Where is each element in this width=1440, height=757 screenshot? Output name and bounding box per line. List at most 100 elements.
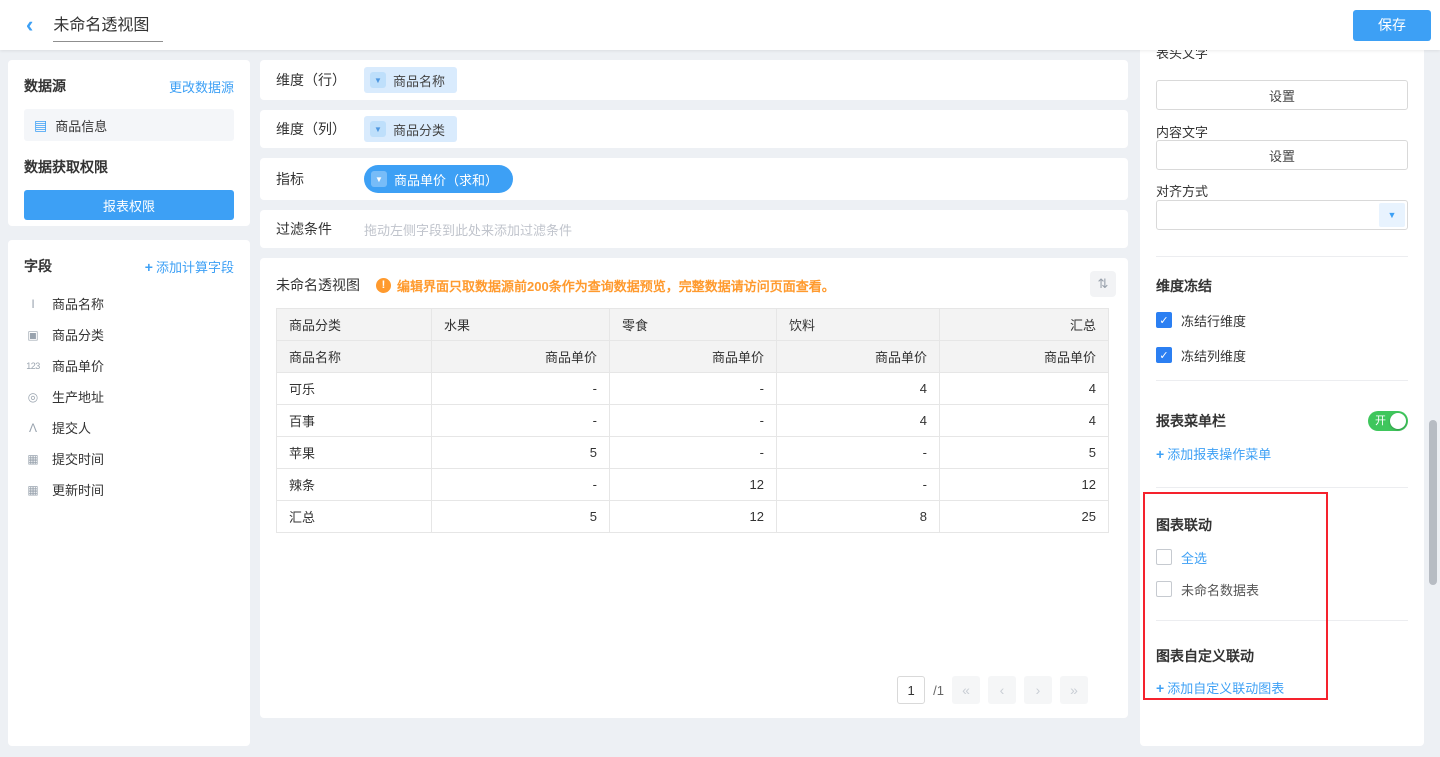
field-label: 商品分类 bbox=[52, 325, 104, 344]
dataset-checkbox[interactable] bbox=[1156, 581, 1172, 597]
cell: 4 bbox=[777, 373, 940, 405]
cell: 12 bbox=[610, 469, 777, 501]
chevron-down-icon: ▼ bbox=[370, 72, 386, 88]
add-calc-field-link[interactable]: +添加计算字段 bbox=[145, 257, 234, 276]
field-item-category[interactable]: ▣ 商品分类 bbox=[24, 319, 234, 350]
field-label: 生产地址 bbox=[52, 387, 104, 406]
data-permission-label: 数据获取权限 bbox=[24, 157, 234, 177]
header-cell: 商品单价 bbox=[940, 341, 1109, 373]
header-cell: 饮料 bbox=[777, 309, 940, 341]
first-page-button[interactable]: « bbox=[952, 676, 980, 704]
header-text-settings-button[interactable]: 设置 bbox=[1156, 80, 1408, 110]
filter-label: 过滤条件 bbox=[276, 219, 364, 239]
add-custom-linkage-link[interactable]: +添加自定义联动图表 bbox=[1156, 678, 1408, 697]
add-report-menu-link[interactable]: +添加报表操作菜单 bbox=[1156, 444, 1408, 463]
divider bbox=[1156, 380, 1408, 381]
header-cell: 商品单价 bbox=[610, 341, 777, 373]
cell: 4 bbox=[940, 405, 1109, 437]
prev-page-button[interactable]: ‹ bbox=[988, 676, 1016, 704]
fields-label: 字段 bbox=[24, 256, 52, 276]
freeze-row-label: 冻结行维度 bbox=[1181, 311, 1246, 330]
datasource-name: 商品信息 bbox=[55, 116, 107, 135]
divider bbox=[1156, 487, 1408, 488]
page-input[interactable]: 1 bbox=[897, 676, 925, 704]
field-item-submit-time[interactable]: ▦ 提交时间 bbox=[24, 443, 234, 474]
freeze-section-title: 维度冻结 bbox=[1156, 276, 1408, 296]
align-select[interactable]: ▼ bbox=[1156, 200, 1408, 230]
col-dimension-zone: 维度（列） ▼ 商品分类 bbox=[260, 110, 1128, 148]
align-label: 对齐方式 bbox=[1156, 181, 1408, 200]
freeze-col-checkbox[interactable]: ✓ bbox=[1156, 347, 1172, 363]
add-report-menu-label: 添加报表操作菜单 bbox=[1167, 447, 1271, 462]
field-item-address[interactable]: ◎ 生产地址 bbox=[24, 381, 234, 412]
field-list: I 商品名称 ▣ 商品分类 123 商品单价 ◎ 生产地址 Λ 提交人 ▦ 提交… bbox=[24, 288, 234, 505]
freeze-row-checkbox[interactable]: ✓ bbox=[1156, 312, 1172, 328]
select-all-checkbox[interactable] bbox=[1156, 549, 1172, 565]
datasource-item[interactable]: ▤ 商品信息 bbox=[24, 109, 234, 141]
header-cell: 商品单价 bbox=[777, 341, 940, 373]
toggle-knob bbox=[1390, 413, 1406, 429]
select-all-label: 全选 bbox=[1181, 548, 1207, 567]
change-datasource-link[interactable]: 更改数据源 bbox=[169, 77, 234, 96]
save-button[interactable]: 保存 bbox=[1353, 10, 1431, 41]
next-page-button[interactable]: › bbox=[1024, 676, 1052, 704]
report-permission-button[interactable]: 报表权限 bbox=[24, 190, 234, 220]
pivot-table: 商品分类 水果 零食 饮料 汇总 商品名称 商品单价 商品单价 商品单价 商品单… bbox=[276, 308, 1109, 533]
field-item-price[interactable]: 123 商品单价 bbox=[24, 350, 234, 381]
field-item-name[interactable]: I 商品名称 bbox=[24, 288, 234, 319]
cell: 12 bbox=[610, 501, 777, 533]
warning-icon: ! bbox=[376, 278, 391, 293]
chart-linkage-title: 图表联动 bbox=[1156, 515, 1408, 535]
header-cell: 水果 bbox=[432, 309, 610, 341]
field-item-update-time[interactable]: ▦ 更新时间 bbox=[24, 474, 234, 505]
field-item-submitter[interactable]: Λ 提交人 bbox=[24, 412, 234, 443]
custom-linkage-title: 图表自定义联动 bbox=[1156, 646, 1408, 666]
field-label: 提交人 bbox=[52, 418, 91, 437]
metric-zone: 指标 ▼ 商品单价（求和） bbox=[260, 158, 1128, 200]
scrollbar-thumb[interactable] bbox=[1429, 420, 1437, 585]
preview-panel: 未命名透视图 ! 编辑界面只取数据源前200条作为查询数据预览，完整数据请访问页… bbox=[260, 258, 1128, 718]
menubar-toggle[interactable]: 开 bbox=[1368, 411, 1408, 431]
settings-panel: 表头文字 设置 内容文字 设置 对齐方式 ▼ 维度冻结 ✓ 冻结行维度 ✓ 冻结… bbox=[1140, 50, 1424, 746]
sort-button[interactable]: ⇅ bbox=[1090, 271, 1116, 297]
cell: - bbox=[610, 437, 777, 469]
row-dimension-zone: 维度（行） ▼ 商品名称 bbox=[260, 60, 1128, 100]
metric-pill[interactable]: ▼ 商品单价（求和） bbox=[364, 165, 513, 193]
plus-icon: + bbox=[1156, 446, 1164, 462]
table-total-row: 汇总 5 12 8 25 bbox=[277, 501, 1109, 533]
warning-text: 编辑界面只取数据源前200条作为查询数据预览，完整数据请访问页面查看。 bbox=[397, 276, 835, 295]
cell: 5 bbox=[432, 437, 610, 469]
location-icon: ◎ bbox=[24, 390, 42, 404]
row-dimension-value: 商品名称 bbox=[393, 71, 445, 90]
menubar-section: 报表菜单栏 开 bbox=[1156, 411, 1408, 431]
chevron-down-icon: ▼ bbox=[371, 171, 387, 187]
dataset-option: 未命名数据表 bbox=[1156, 579, 1408, 599]
filter-dropzone[interactable]: 过滤条件 拖动左侧字段到此处来添加过滤条件 bbox=[260, 210, 1128, 248]
calendar-icon: ▦ bbox=[24, 452, 42, 466]
last-page-button[interactable]: » bbox=[1060, 676, 1088, 704]
cell: 汇总 bbox=[277, 501, 432, 533]
content-text-settings-button[interactable]: 设置 bbox=[1156, 140, 1408, 170]
col-dimension-pill[interactable]: ▼ 商品分类 bbox=[364, 116, 457, 142]
row-dimension-pill[interactable]: ▼ 商品名称 bbox=[364, 67, 457, 93]
cell: 可乐 bbox=[277, 373, 432, 405]
plus-icon: + bbox=[145, 259, 153, 275]
field-label: 商品单价 bbox=[52, 356, 104, 375]
cell: 辣条 bbox=[277, 469, 432, 501]
page-title[interactable]: 未命名透视图 bbox=[53, 9, 163, 42]
table-row: 可乐 - - 4 4 bbox=[277, 373, 1109, 405]
cell: 苹果 bbox=[277, 437, 432, 469]
cell: - bbox=[432, 373, 610, 405]
page-total: /1 bbox=[933, 683, 944, 698]
number-field-icon: 123 bbox=[24, 361, 42, 371]
header-cell: 商品分类 bbox=[277, 309, 432, 341]
add-custom-linkage-label: 添加自定义联动图表 bbox=[1167, 681, 1284, 696]
menubar-title: 报表菜单栏 bbox=[1156, 411, 1226, 431]
freeze-col-option: ✓ 冻结列维度 bbox=[1156, 345, 1408, 365]
header-cell: 零食 bbox=[610, 309, 777, 341]
field-label: 商品名称 bbox=[52, 294, 104, 313]
header-text-label: 表头文字 bbox=[1156, 50, 1408, 62]
header-cell: 汇总 bbox=[940, 309, 1109, 341]
back-icon[interactable]: ‹ bbox=[26, 14, 33, 36]
cell: 4 bbox=[940, 373, 1109, 405]
